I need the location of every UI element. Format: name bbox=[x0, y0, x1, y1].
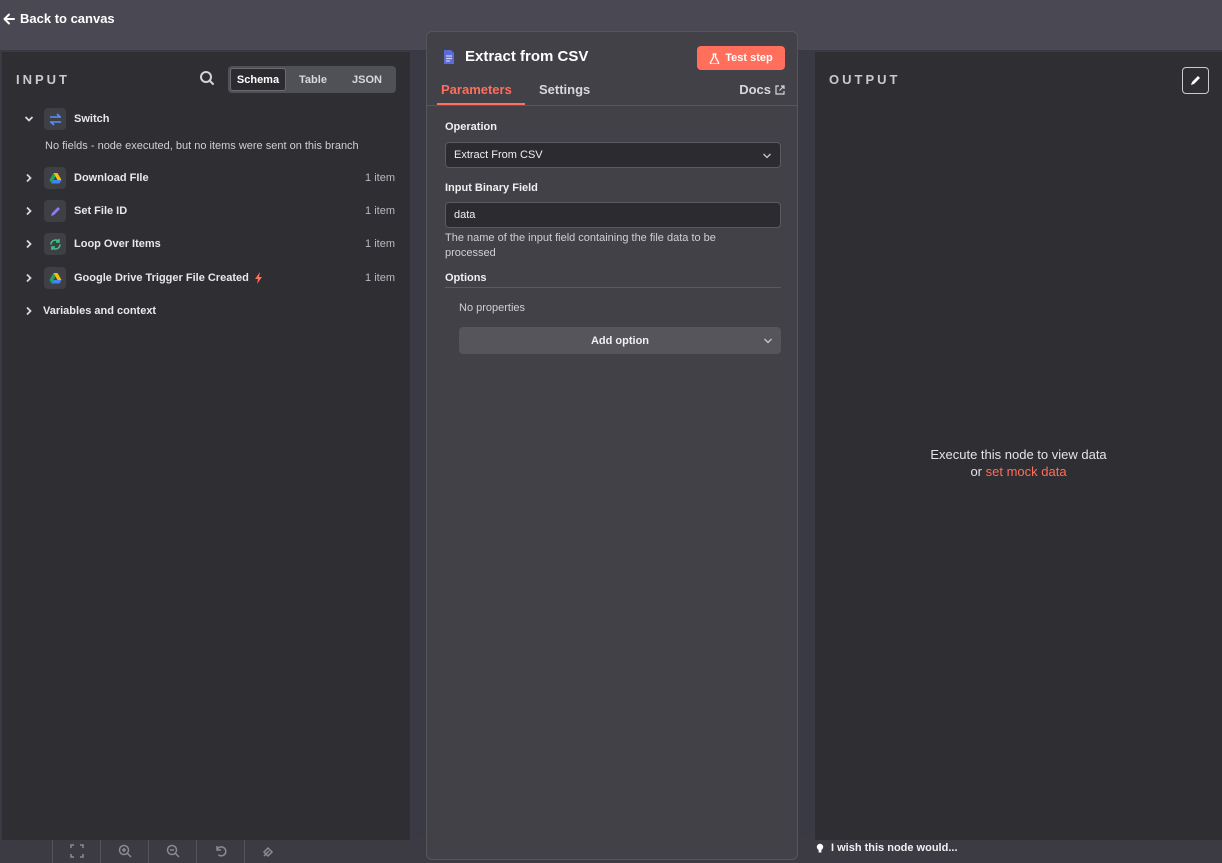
node-label: Download FIle bbox=[74, 172, 149, 184]
chevron-right-icon[interactable] bbox=[24, 273, 34, 283]
item-count: 1 item bbox=[365, 205, 395, 217]
input-panel: INPUT Schema Table JSON Switch No fields… bbox=[2, 52, 410, 840]
tree-row-switch[interactable]: Switch bbox=[2, 106, 410, 132]
execute-message: Execute this node to view data bbox=[930, 447, 1107, 462]
chevron-down-icon[interactable] bbox=[24, 114, 34, 124]
switch-icon bbox=[49, 112, 61, 126]
broom-icon bbox=[262, 846, 273, 857]
switch-label: Switch bbox=[74, 113, 110, 125]
tree-row-loop-over-items[interactable]: Loop Over Items 1 item bbox=[2, 231, 410, 257]
node-label: Set File ID bbox=[74, 205, 128, 217]
google-drive-icon bbox=[49, 272, 61, 283]
operation-select[interactable]: Extract From CSV bbox=[445, 142, 781, 168]
node-title-text: Extract from CSV bbox=[465, 48, 589, 65]
node-title: Extract from CSV bbox=[441, 48, 588, 65]
tree-row-set-file-id[interactable]: Set File ID 1 item bbox=[2, 198, 410, 224]
output-empty-state: Execute this node to view data or set mo… bbox=[815, 446, 1222, 480]
output-heading: OUTPUT bbox=[829, 72, 901, 87]
active-tab-indicator bbox=[437, 103, 525, 105]
feedback-label: I wish this node would... bbox=[831, 842, 958, 854]
back-label: Back to canvas bbox=[20, 11, 115, 26]
zoom-in-button[interactable] bbox=[100, 838, 148, 863]
docs-link[interactable]: Docs bbox=[739, 82, 785, 97]
json-mode-button[interactable]: JSON bbox=[340, 68, 394, 91]
no-properties-text: No properties bbox=[459, 302, 526, 314]
edit-output-button[interactable] bbox=[1182, 67, 1209, 94]
zoom-in-icon bbox=[118, 844, 132, 858]
undo-icon bbox=[215, 845, 227, 857]
set-mock-data-link[interactable]: set mock data bbox=[986, 464, 1067, 479]
reset-zoom-button[interactable] bbox=[196, 838, 244, 863]
node-icon bbox=[44, 267, 66, 289]
node-label: Google Drive Trigger File Created bbox=[74, 272, 263, 284]
options-label: Options bbox=[445, 272, 487, 284]
no-fields-message: No fields - node executed, but no items … bbox=[45, 140, 359, 152]
arrow-left-icon bbox=[3, 13, 15, 24]
add-option-dropdown[interactable]: Add option bbox=[459, 327, 781, 354]
tree-row-variables[interactable]: Variables and context bbox=[2, 298, 410, 324]
input-heading: INPUT bbox=[16, 72, 70, 87]
tidy-up-button[interactable] bbox=[244, 838, 292, 863]
mock-data-line: or set mock data bbox=[815, 463, 1222, 480]
chevron-down-icon bbox=[764, 338, 772, 344]
node-icon bbox=[44, 167, 66, 189]
test-step-button[interactable]: Test step bbox=[697, 46, 785, 70]
chevron-right-icon[interactable] bbox=[24, 306, 34, 316]
operation-label: Operation bbox=[445, 121, 497, 133]
zoom-out-button[interactable] bbox=[148, 838, 196, 863]
fit-view-icon bbox=[69, 843, 84, 858]
table-mode-button[interactable]: Table bbox=[286, 68, 340, 91]
lightning-icon bbox=[254, 272, 262, 284]
switch-node-icon bbox=[44, 108, 66, 130]
search-icon[interactable] bbox=[199, 70, 215, 86]
variables-label: Variables and context bbox=[43, 305, 157, 317]
external-link-icon bbox=[775, 84, 785, 95]
test-step-label: Test step bbox=[725, 52, 773, 64]
node-icon bbox=[44, 200, 66, 222]
fit-view-button[interactable] bbox=[52, 838, 100, 863]
binary-field-value: data bbox=[454, 209, 476, 221]
options-divider bbox=[445, 287, 781, 288]
chevron-right-icon[interactable] bbox=[24, 239, 34, 249]
binary-field-label: Input Binary Field bbox=[445, 182, 538, 194]
canvas-toolbar bbox=[52, 838, 292, 863]
zoom-out-icon bbox=[166, 844, 180, 858]
node-panel: Extract from CSV Test step Parameters Se… bbox=[426, 31, 798, 860]
item-count: 1 item bbox=[365, 238, 395, 250]
trigger-label: Google Drive Trigger File Created bbox=[74, 272, 249, 284]
or-text: or bbox=[970, 464, 982, 479]
lightbulb-icon bbox=[816, 843, 824, 853]
chevron-right-icon[interactable] bbox=[24, 206, 34, 216]
docs-label: Docs bbox=[739, 82, 771, 97]
view-mode-toggle: Schema Table JSON bbox=[228, 66, 396, 93]
node-panel-header: Extract from CSV Test step Parameters Se… bbox=[427, 32, 797, 106]
add-option-label: Add option bbox=[590, 334, 650, 347]
chevron-down-icon bbox=[763, 153, 771, 159]
binary-field-hint: The name of the input field containing t… bbox=[445, 232, 716, 259]
item-count: 1 item bbox=[365, 272, 395, 284]
schema-mode-button[interactable]: Schema bbox=[230, 68, 286, 91]
node-icon bbox=[44, 233, 66, 255]
tab-settings[interactable]: Settings bbox=[539, 82, 590, 97]
tree-row-drive-trigger[interactable]: Google Drive Trigger File Created 1 item bbox=[2, 265, 410, 291]
node-label: Loop Over Items bbox=[74, 238, 161, 250]
binary-field-input[interactable]: data bbox=[445, 202, 781, 228]
feedback-link[interactable]: I wish this node would... bbox=[815, 842, 958, 854]
loop-icon bbox=[49, 238, 61, 250]
item-count: 1 item bbox=[365, 172, 395, 184]
csv-file-icon bbox=[444, 49, 454, 64]
output-panel: OUTPUT Execute this node to view data or… bbox=[815, 52, 1222, 840]
google-drive-icon bbox=[49, 172, 61, 183]
back-to-canvas-button[interactable]: Back to canvas bbox=[2, 11, 115, 26]
tab-parameters[interactable]: Parameters bbox=[441, 82, 512, 97]
pencil-icon bbox=[50, 206, 60, 216]
pencil-icon bbox=[1191, 76, 1200, 85]
tree-row-download-file[interactable]: Download FIle 1 item bbox=[2, 165, 410, 191]
chevron-right-icon[interactable] bbox=[24, 173, 34, 183]
operation-value: Extract From CSV bbox=[454, 149, 543, 161]
flask-icon bbox=[709, 52, 720, 64]
